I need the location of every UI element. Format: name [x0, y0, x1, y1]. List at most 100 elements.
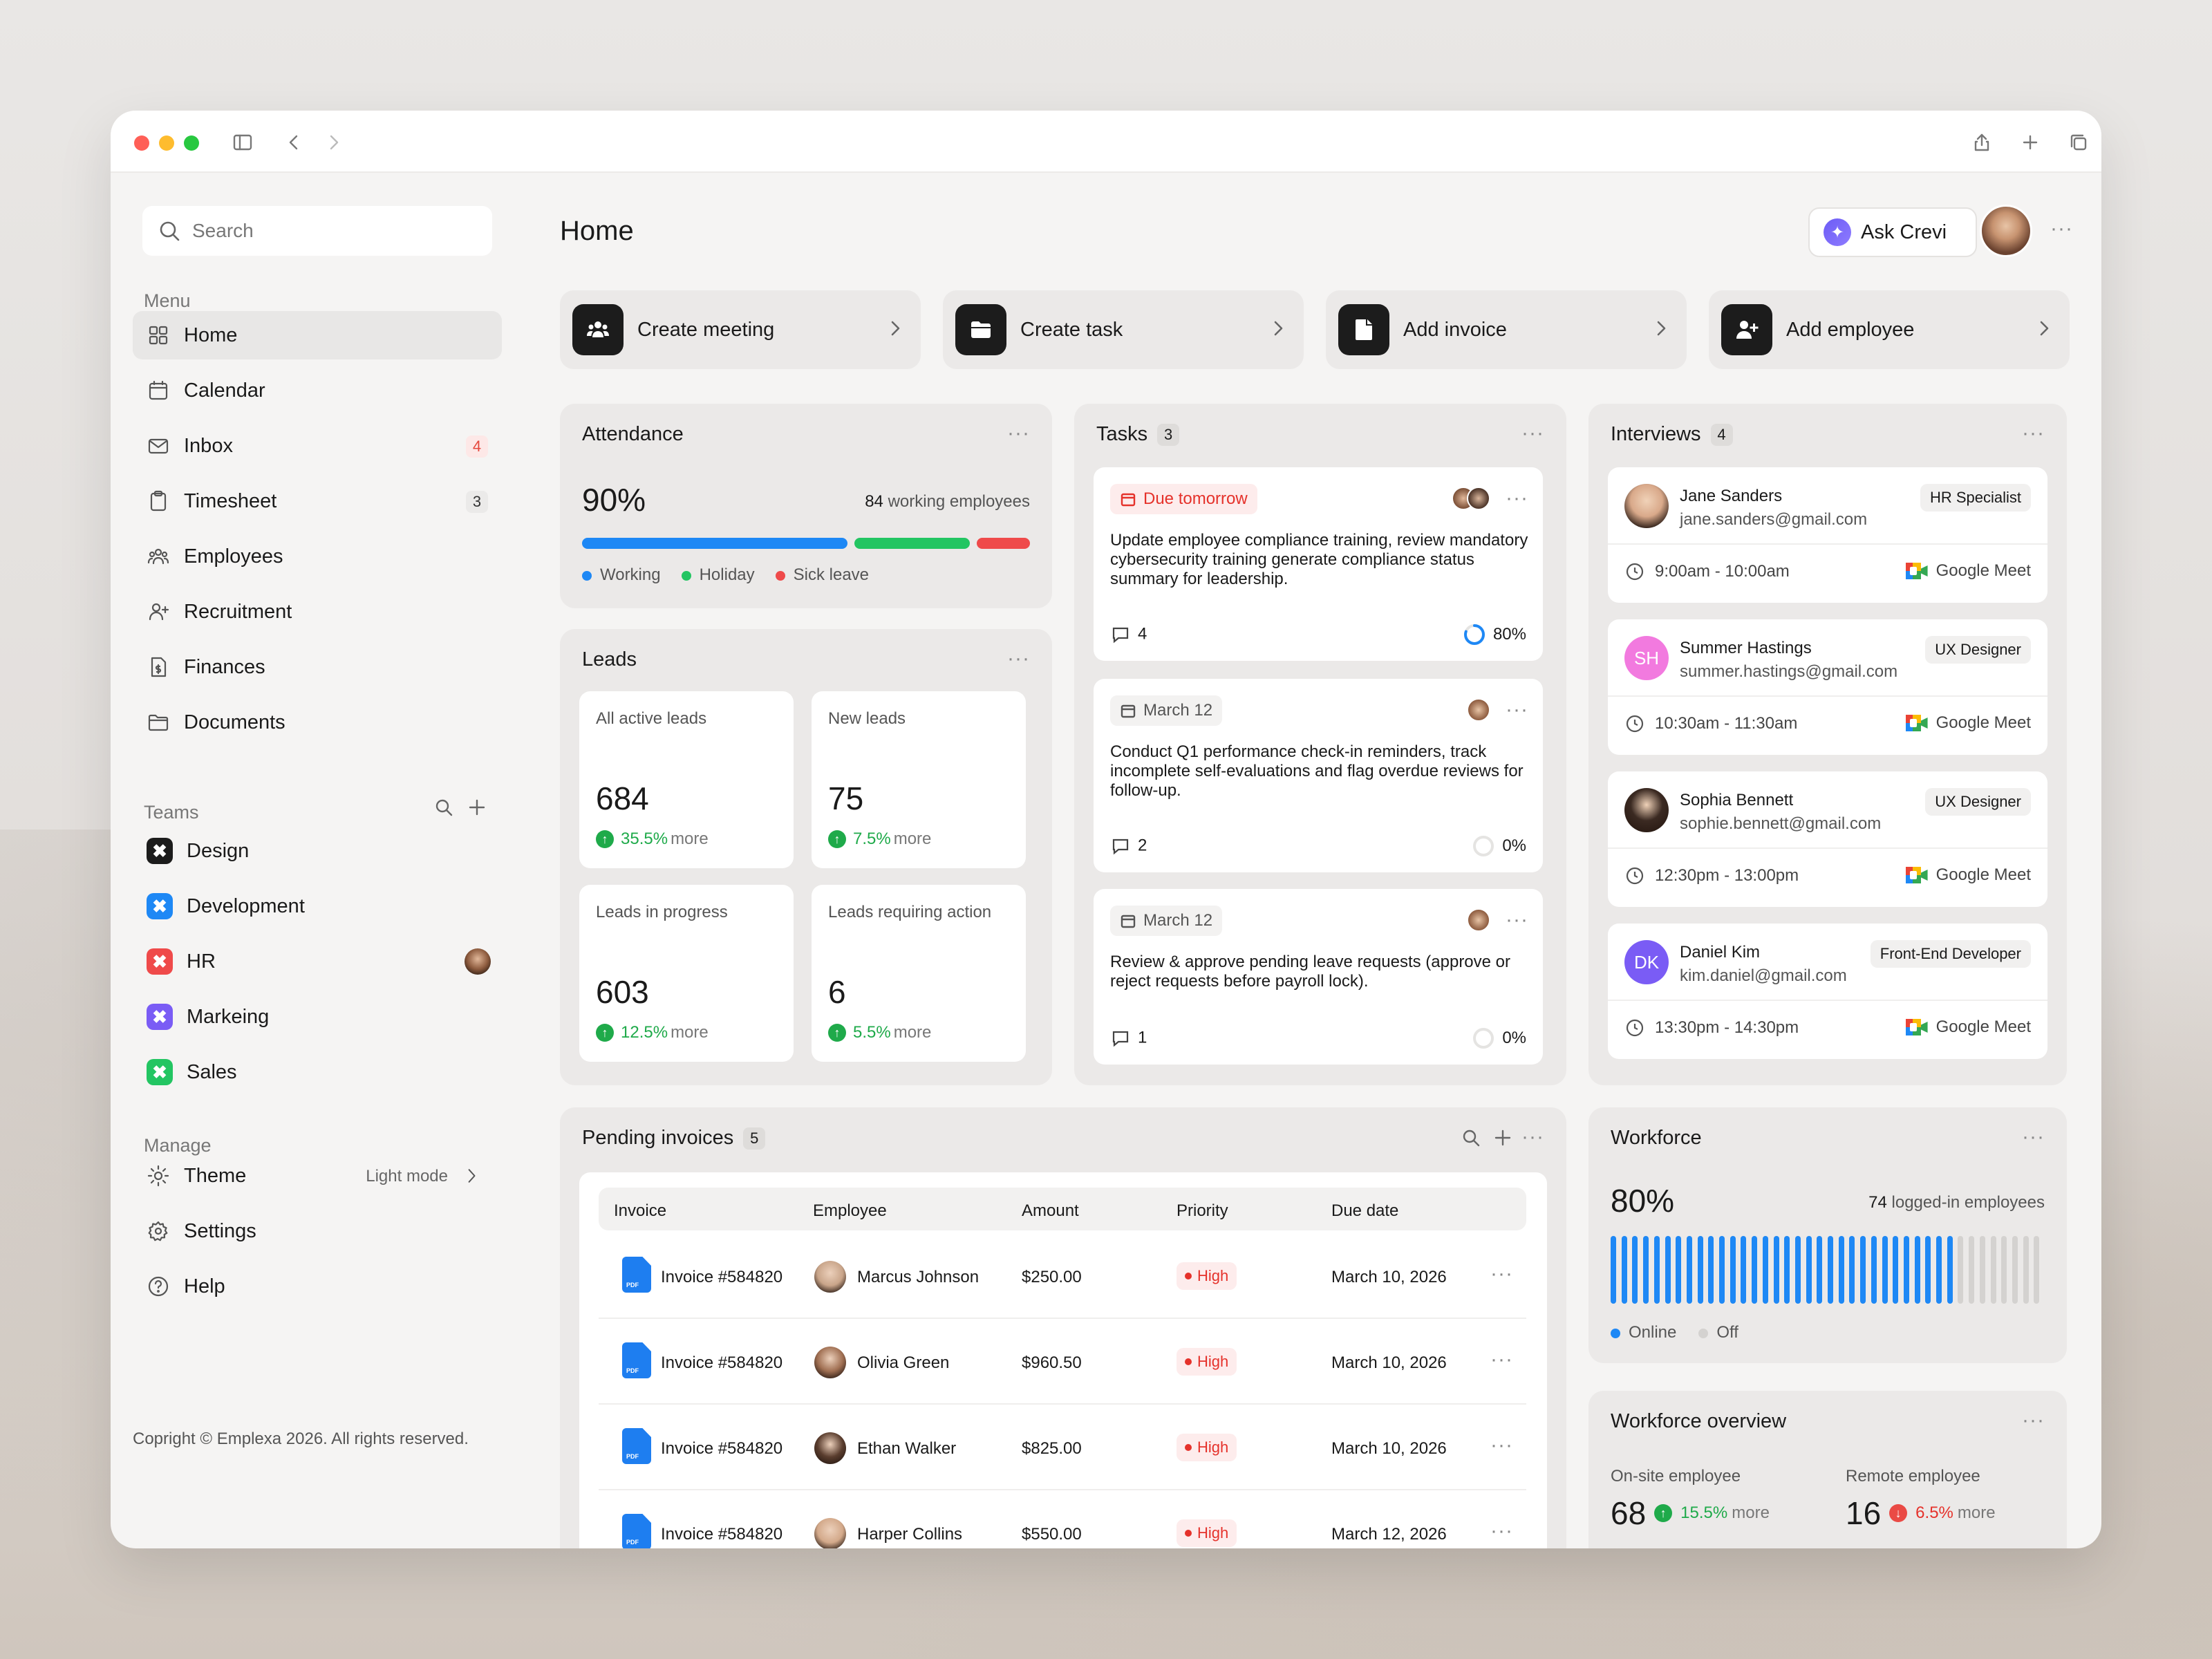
sidebar-item-timesheet[interactable]: Timesheet 3	[133, 477, 502, 525]
lead-tile-all-active[interactable]: All active leads 684 ↑ 35.5% more	[579, 691, 794, 868]
sidebar-item-label: Finances	[184, 655, 265, 678]
sidebar-item-documents[interactable]: Documents	[133, 698, 502, 747]
online-bar	[1838, 1236, 1844, 1304]
meeting-platform[interactable]: Google Meet	[1905, 561, 2031, 581]
task-card[interactable]: March 12 ··· Conduct Q1 performance chec…	[1094, 679, 1543, 872]
interviews-more-icon[interactable]: ···	[2022, 423, 2045, 444]
create-task-button[interactable]: Create task	[943, 290, 1304, 369]
interview-item[interactable]: SH Summer Hastings summer.hastings@gmail.c…	[1608, 619, 2047, 755]
sidebar-item-theme[interactable]: Theme Light mode	[133, 1152, 502, 1200]
clock-icon	[1626, 867, 1644, 885]
row-more-icon[interactable]: ···	[1490, 1521, 1513, 1541]
row-more-icon[interactable]: ···	[1490, 1264, 1513, 1284]
add-invoice-icon[interactable]	[1492, 1127, 1515, 1150]
search-teams-icon[interactable]	[433, 796, 459, 823]
team-item-design[interactable]: ✖ Design	[133, 827, 502, 875]
task-card[interactable]: March 12 ··· Review & approve pending le…	[1094, 889, 1543, 1065]
team-item-marketing[interactable]: ✖ Markeing	[133, 993, 502, 1041]
invoice-number[interactable]: Invoice #584820	[661, 1268, 782, 1287]
workforce-more-icon[interactable]: ···	[2022, 1127, 2045, 1147]
column-header-priority[interactable]: Priority	[1177, 1201, 1228, 1221]
user-avatar[interactable]	[1980, 205, 2032, 257]
meeting-platform[interactable]: Google Meet	[1905, 1018, 2031, 1037]
new-tab-icon[interactable]	[2016, 128, 2045, 157]
search-invoices-icon[interactable]	[1460, 1127, 1483, 1150]
task-more-icon[interactable]: ···	[1506, 700, 1528, 720]
online-bar	[1893, 1236, 1899, 1304]
invoice-number[interactable]: Invoice #584820	[661, 1525, 782, 1544]
sidebar-toggle-icon[interactable]	[228, 128, 257, 157]
maximize-window-button[interactable]	[184, 135, 199, 151]
sidebar-item-recruitment[interactable]: Recruitment	[133, 588, 502, 636]
sidebar-item-settings[interactable]: Settings	[133, 1207, 502, 1255]
clipboard-icon	[150, 490, 167, 512]
priority-dot	[1185, 1273, 1192, 1280]
sidebar-item-inbox[interactable]: Inbox 4	[133, 422, 502, 470]
header-more-icon[interactable]: ···	[2050, 218, 2073, 239]
column-header-due-date[interactable]: Due date	[1331, 1201, 1398, 1221]
interview-item[interactable]: Sophia Bennett sophie.bennett@gmail.com UX…	[1608, 771, 2047, 907]
search-input[interactable]	[192, 220, 469, 242]
online-bar	[1752, 1236, 1758, 1304]
team-item-hr[interactable]: ✖ HR	[133, 937, 502, 986]
lead-tile-in-progress[interactable]: Leads in progress 603 ↑ 12.5% more	[579, 885, 794, 1062]
add-team-icon[interactable]	[466, 796, 492, 823]
close-window-button[interactable]	[134, 135, 149, 151]
meeting-platform[interactable]: Google Meet	[1905, 713, 2031, 733]
legend-label: Online	[1629, 1323, 1677, 1342]
team-item-development[interactable]: ✖ Development	[133, 882, 502, 930]
sidebar-item-help[interactable]: Help	[133, 1262, 502, 1311]
invoice-amount: $550.00	[1022, 1525, 1082, 1544]
sidebar-item-employees[interactable]: Employees	[133, 532, 502, 581]
invoice-number[interactable]: Invoice #584820	[661, 1353, 782, 1373]
tabs-overview-icon[interactable]	[2064, 128, 2093, 157]
workforce-overview-more-icon[interactable]: ···	[2022, 1410, 2045, 1431]
online-bar	[1665, 1236, 1671, 1304]
leads-more-icon[interactable]: ···	[1007, 648, 1030, 669]
column-header-employee[interactable]: Employee	[813, 1201, 887, 1221]
chevron-right-icon	[1651, 318, 1671, 339]
sidebar-item-calendar[interactable]: Calendar	[133, 366, 502, 415]
add-employee-button[interactable]: Add employee	[1709, 290, 2070, 369]
invoice-number[interactable]: Invoice #584820	[661, 1439, 782, 1459]
invoice-amount: $825.00	[1022, 1439, 1082, 1458]
interview-item[interactable]: Jane Sanders jane.sanders@gmail.com HR Spe…	[1608, 467, 2047, 603]
share-icon[interactable]	[1967, 128, 1996, 157]
forward-icon[interactable]	[319, 128, 348, 157]
create-meeting-button[interactable]: Create meeting	[560, 290, 921, 369]
invoices-more-icon[interactable]: ···	[1521, 1127, 1544, 1147]
online-bar	[1936, 1236, 1942, 1304]
team-item-sales[interactable]: ✖ Sales	[133, 1048, 502, 1096]
attendance-more-icon[interactable]: ···	[1007, 423, 1030, 444]
column-header-invoice[interactable]: Invoice	[614, 1201, 666, 1221]
minimize-window-button[interactable]	[159, 135, 174, 151]
table-row[interactable]: PDF Invoice #584820 Olivia Green $960.50 Hig…	[599, 1320, 1526, 1405]
sidebar-item-home[interactable]: Home	[133, 311, 502, 359]
table-row[interactable]: PDF Invoice #584820 Harper Collins $550.00 H…	[599, 1492, 1526, 1548]
task-more-icon[interactable]: ···	[1506, 488, 1528, 509]
table-row[interactable]: PDF Invoice #584820 Ethan Walker $825.00 Hig…	[599, 1406, 1526, 1490]
meeting-platform[interactable]: Google Meet	[1905, 865, 2031, 885]
interview-item[interactable]: DK Daniel Kim kim.daniel@gmail.com Front-En…	[1608, 924, 2047, 1059]
column-header-amount[interactable]: Amount	[1022, 1201, 1079, 1221]
tasks-more-icon[interactable]: ···	[1521, 423, 1544, 444]
back-icon[interactable]	[279, 128, 308, 157]
chevron-right-icon	[2034, 318, 2054, 339]
row-more-icon[interactable]: ···	[1490, 1349, 1513, 1370]
add-invoice-button[interactable]: Add invoice	[1326, 290, 1687, 369]
row-more-icon[interactable]: ···	[1490, 1435, 1513, 1456]
sidebar-item-label: Recruitment	[184, 600, 292, 623]
legend-working: Working	[582, 565, 661, 585]
task-more-icon[interactable]: ···	[1506, 910, 1528, 930]
online-bar	[1794, 1236, 1801, 1304]
role-badge: UX Designer	[1925, 636, 2031, 664]
ask-crevi-button[interactable]: ✦ Ask Crevi	[1808, 207, 1977, 257]
lead-tile-requiring-action[interactable]: Leads requiring action 6 ↑ 5.5% more	[812, 885, 1026, 1062]
task-card[interactable]: Due tomorrow ··· Update employee complia…	[1094, 467, 1543, 661]
lead-tile-new[interactable]: New leads 75 ↑ 7.5% more	[812, 691, 1026, 868]
lead-value: 684	[596, 780, 649, 816]
search-box[interactable]	[142, 206, 492, 256]
sidebar-item-finances[interactable]: Finances	[133, 643, 502, 691]
calendar-icon	[1121, 493, 1136, 507]
table-row[interactable]: PDF Invoice #584820 Marcus Johnson $250.00 H…	[599, 1235, 1526, 1319]
